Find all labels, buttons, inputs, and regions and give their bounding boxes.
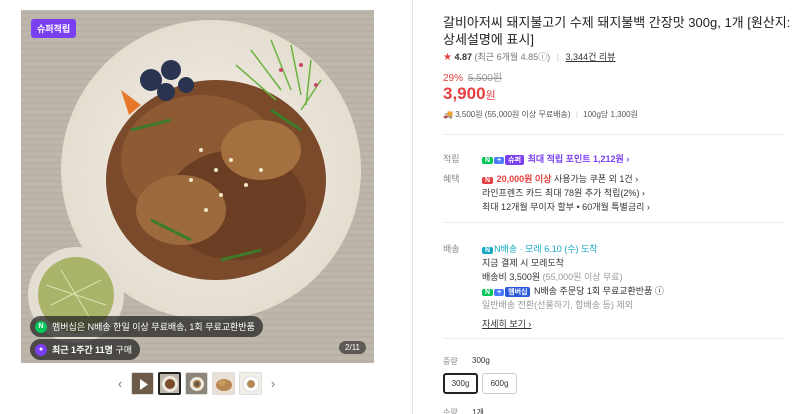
rating-value: 4.87 (454, 52, 473, 62)
original-price: 5,500원 (467, 73, 503, 84)
discount-row: 29% 5,500원 (443, 69, 502, 84)
thumbnail-2[interactable] (158, 372, 181, 395)
normal-delivery-note: 일반배송 전환(선물하기, 합배송 등) 제외 (482, 300, 633, 310)
super-icon: 슈퍼 (505, 155, 525, 165)
quantity-value: 1개 (472, 408, 484, 414)
divider (443, 222, 786, 223)
plus-icon: + (494, 157, 505, 164)
delivery-label: 배송 (443, 244, 460, 254)
option-600g-button[interactable]: 600g (482, 373, 517, 394)
review-count-link[interactable]: 3,344건 리뷰 (566, 52, 616, 62)
delivery-order-time: 지금 결제 시 모레도착 (482, 258, 565, 268)
membership-icon: N (35, 320, 47, 333)
shipping-fee: 3,500원 (55,000원 이상 무료배송) (455, 110, 571, 119)
thumbnail-video[interactable] (131, 372, 154, 395)
membership-text: 멤버십은 N배송 한일 이상 무료배송, 1회 무료교환반품 (52, 322, 255, 332)
rating-row: ★ 4.87 (최근 6개월 4.85ⓘ) | 3,344건 리뷰 (443, 52, 616, 63)
quantity-label: 수량 (443, 408, 458, 414)
delivery-arrival: N N배송 · 모레 6.10 (수) 도착 (482, 242, 598, 255)
thumbnail-4[interactable] (212, 372, 235, 395)
installment-row[interactable]: 최대 12개월 무이자 할부 • 60개월 특별금리 › (482, 200, 650, 213)
super-points-badge: 슈퍼적립 (31, 19, 77, 38)
points-row[interactable]: N + 슈퍼 최대 적립 포인트 1,212원 › (482, 152, 629, 165)
product-title: 갈비아저씨 돼지불고기 수제 돼지불백 간장맛 300g, 1개 [원산지: 상… (443, 15, 791, 47)
benefit-label: 혜택 (443, 174, 460, 184)
card-benefit-row[interactable]: 라인프렌즈 카드 최대 78원 추가 적립(2%) › (482, 186, 645, 199)
membership-pill: N 멤버십은 N배송 한일 이상 무료배송, 1회 무료교환반품 (30, 316, 263, 337)
n-delivery-icon: N (482, 247, 494, 254)
shipping-summary: 🚚 3,500원 (55,000원 이상 무료배송) | 100g당 1,300… (443, 110, 638, 119)
plus-icon: + (494, 289, 505, 296)
star-icon: ★ (443, 52, 452, 63)
recent-purchase-text: 최근 1주간 11명 구매 (52, 345, 132, 355)
bag-icon: ● (35, 343, 47, 356)
unit-price: 100g당 1,300원 (583, 110, 638, 119)
recent-purchase-pill: ● 최근 1주간 11명 구매 (30, 339, 140, 360)
delivery-fee: 배송비 3,500원 (55,000원 이상 무료) (482, 272, 623, 282)
thumbnail-strip: ‹ › (113, 372, 280, 395)
product-image[interactable]: 슈퍼적립 N 멤버십은 N배송 한일 이상 무료배송, 1회 무료교환반품 ● … (21, 10, 374, 363)
rating-recent[interactable]: (최근 6개월 4.85ⓘ) (475, 52, 551, 62)
weight-label: 중량 (443, 357, 458, 366)
free-return-row[interactable]: N + 멤버십 N배송 주문당 1회 무료교환반품 ⓘ (482, 284, 664, 297)
coupon-icon: N (482, 177, 494, 184)
membership-icon: 멤버십 (505, 287, 531, 297)
coupon-row[interactable]: N 20,000원 이상 사용가능 쿠폰 외 1건 › (482, 172, 638, 185)
points-label: 적립 (443, 154, 460, 164)
thumbnail-5[interactable] (239, 372, 262, 395)
food-photo (21, 10, 374, 363)
sale-price: 3,900원 (443, 84, 496, 103)
thumbnail-prev-button[interactable]: ‹ (113, 376, 127, 391)
points-text: 최대 적립 포인트 1,212원 › (527, 154, 630, 164)
divider (443, 338, 786, 339)
image-page-counter: 2/11 (339, 341, 366, 354)
thumbnail-3[interactable] (185, 372, 208, 395)
divider (443, 134, 786, 135)
thumbnail-next-button[interactable]: › (266, 376, 280, 391)
discount-percent: 29% (443, 73, 464, 84)
weight-current: 300g (472, 356, 490, 365)
column-divider (412, 0, 413, 414)
naver-pay-icon: N (482, 157, 494, 164)
option-300g-button[interactable]: 300g (443, 373, 478, 394)
delivery-detail-link[interactable]: 자세히 보기 › (482, 317, 531, 330)
truck-icon: 🚚 (443, 110, 453, 119)
naver-pay-icon: N (482, 289, 494, 296)
